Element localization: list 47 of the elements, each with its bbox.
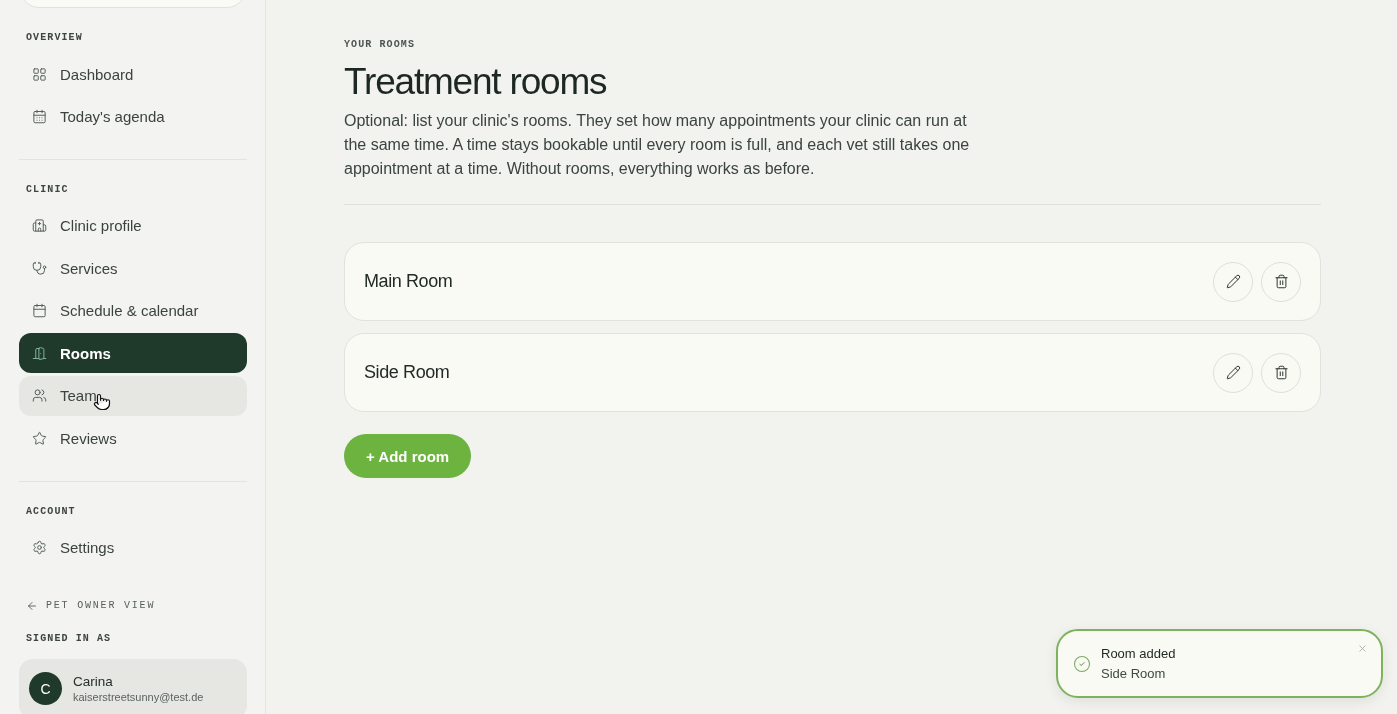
door-icon xyxy=(32,345,47,361)
section-heading: OVERVIEW xyxy=(25,32,84,44)
trash-icon xyxy=(1273,365,1289,380)
avatar: C xyxy=(29,672,62,706)
pet-owner-view-link[interactable]: PET OWNER VIEW xyxy=(19,599,247,612)
calendar-icon xyxy=(32,109,47,125)
building-icon xyxy=(32,218,47,234)
sidebar-item[interactable]: Schedule & calendar xyxy=(19,290,247,331)
eyebrow-label: YOUR ROOMS xyxy=(344,38,416,51)
grid-icon xyxy=(32,66,47,82)
section-heading: SIGNED IN AS xyxy=(25,632,113,645)
link-label: PET OWNER VIEW xyxy=(46,600,156,612)
page-title: Treatment rooms xyxy=(344,60,608,104)
page-description: Optional: list your clinic's rooms. They set how many appointments your clinic can run at the same time. A time stays bookable until every room is full, and each vet still takes one appointment at a time. Without rooms, everything works as before. xyxy=(344,111,971,179)
toast-title: Room added xyxy=(1101,646,1177,661)
sidebar-item[interactable]: Reviews xyxy=(19,418,247,459)
section-heading: CLINIC xyxy=(25,183,70,196)
star-icon xyxy=(32,431,47,447)
close-icon xyxy=(1356,642,1368,654)
room-name: Side Room xyxy=(364,362,450,383)
check-circle-icon xyxy=(1073,654,1091,673)
stethoscope-icon xyxy=(32,260,47,276)
settings-icon xyxy=(32,540,47,556)
sidebar-item[interactable]: Services xyxy=(19,248,247,289)
sidebar-item[interactable]: Rooms xyxy=(19,333,247,374)
delete-button[interactable] xyxy=(1261,352,1301,393)
calendar-icon xyxy=(32,303,47,319)
arrow-left-icon xyxy=(26,599,38,612)
user-email: kaiserstreetsunny@test.de xyxy=(73,691,204,704)
edit-button[interactable] xyxy=(1213,261,1253,302)
room-name: Main Room xyxy=(364,271,453,292)
sidebar-item[interactable]: Team xyxy=(19,375,247,416)
sidebar-item[interactable]: Today's agenda xyxy=(19,96,247,137)
sidebar-item[interactable]: Settings xyxy=(19,527,247,568)
trash-icon xyxy=(1273,274,1289,289)
sidebar-item[interactable]: Clinic profile xyxy=(19,205,247,246)
user-card[interactable]: C Carina kaiserstreetsunny@test.de xyxy=(19,658,247,714)
pencil-icon xyxy=(1225,274,1241,289)
user-name: Carina xyxy=(73,674,114,690)
section-heading: ACCOUNT xyxy=(25,505,77,518)
pencil-icon xyxy=(1225,365,1241,380)
edit-button[interactable] xyxy=(1213,352,1253,393)
people-icon xyxy=(32,388,47,404)
delete-button[interactable] xyxy=(1261,261,1301,302)
toast-message: Side Room xyxy=(1101,666,1167,681)
sidebar-item[interactable]: Dashboard xyxy=(19,54,247,94)
close-button[interactable] xyxy=(1356,642,1368,654)
